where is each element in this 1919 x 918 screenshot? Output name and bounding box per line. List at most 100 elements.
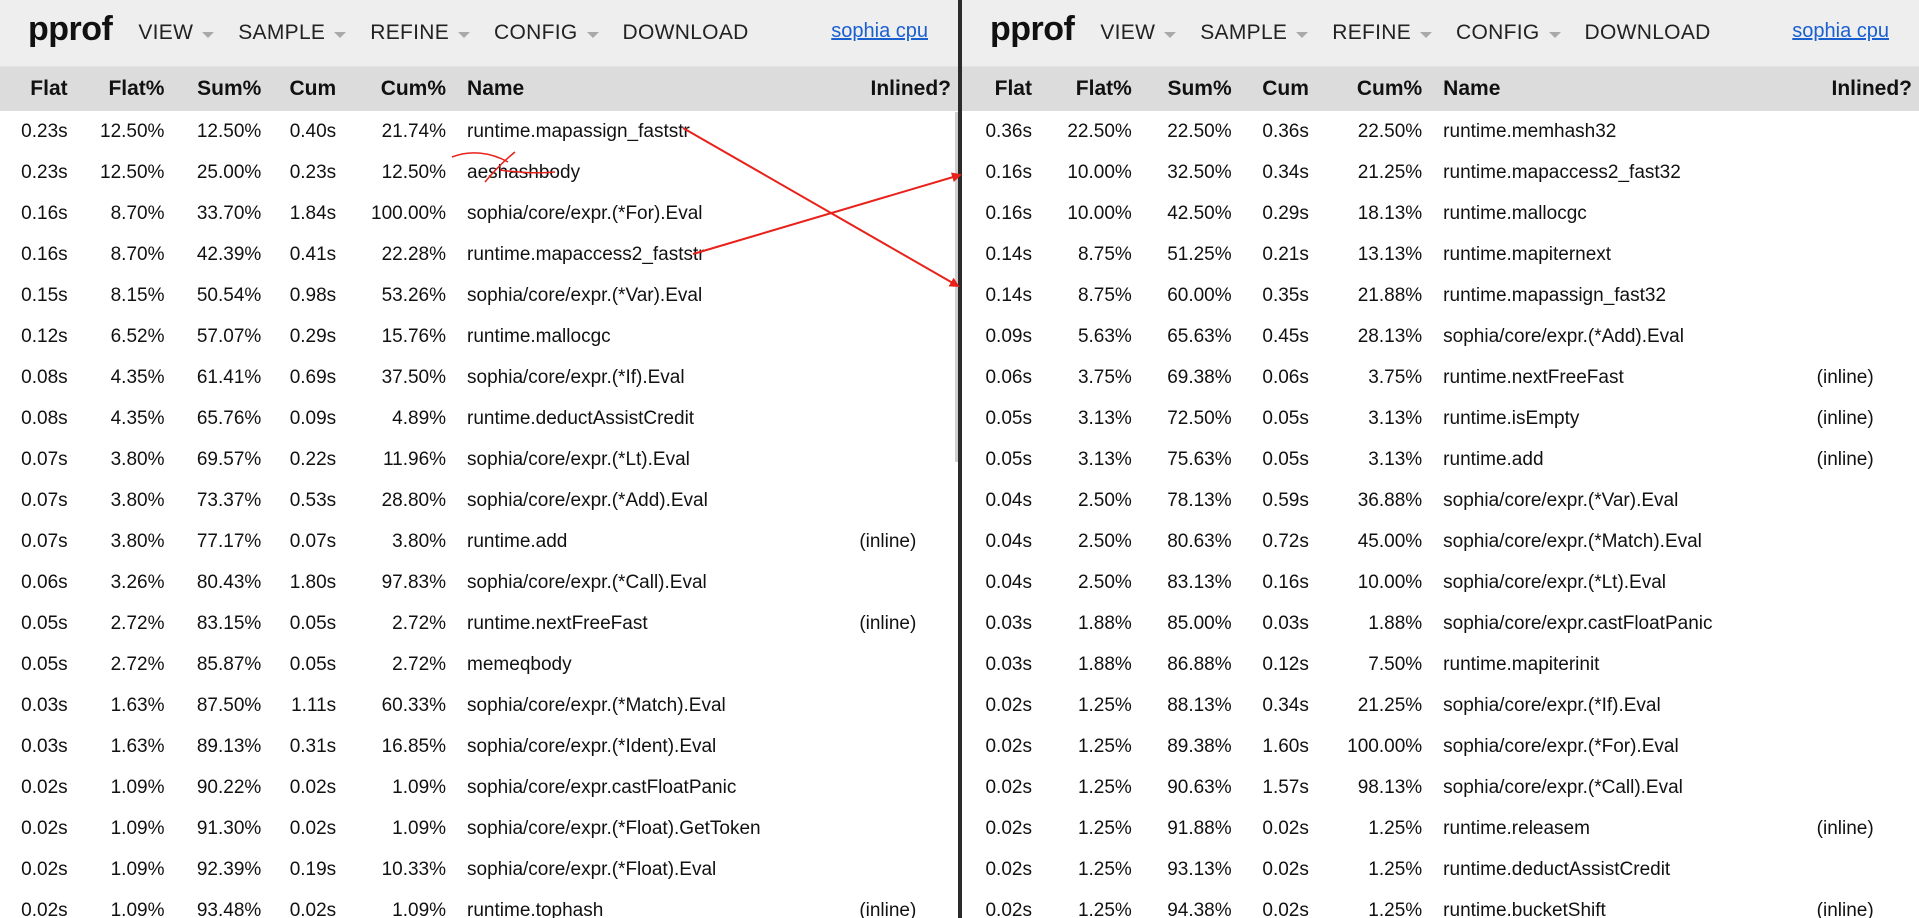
table-row[interactable]: 0.07s 3.80% 77.17% 0.07s 3.80% runtime.add (in… [0,521,958,562]
refine-menu[interactable]: REFINE [1332,21,1433,45]
column-header-flat[interactable]: Flat% [1039,67,1139,111]
cell-flat: 0.02s [985,899,1032,918]
table-row[interactable]: 0.05s 3.13% 75.63% 0.05s 3.13% runtime.add (in… [962,439,1919,480]
sample-menu[interactable]: SAMPLE [1200,21,1309,45]
table-row[interactable]: 0.02s 1.25% 91.88% 0.02s 1.25% runtime.releas… [962,808,1919,849]
column-header-flat[interactable]: Flat% [75,67,172,111]
table-row[interactable]: 0.14s 8.75% 51.25% 0.21s 13.13% runtime.mapit… [962,234,1919,275]
table-row[interactable]: 0.16s 8.70% 33.70% 1.84s 100.00% sophia/core/… [0,193,958,234]
table-row[interactable]: 0.16s 10.00% 32.50% 0.34s 21.25% runtime.mapa… [962,152,1919,193]
cell-inlined [1799,234,1919,275]
download-menu[interactable]: DOWNLOAD [623,21,749,45]
cell-name: runtime.add [1443,448,1544,470]
cell-cum: 0.22s [289,448,337,470]
table-row[interactable]: 0.23s 12.50% 12.50% 0.40s 21.74% runtime.mapa… [0,111,958,152]
cell-cum: 3.13% [1368,448,1423,470]
column-header-cum[interactable]: Cum [1239,67,1316,111]
cell-cum: 0.02s [289,899,337,918]
table-row[interactable]: 0.16s 10.00% 42.50% 0.29s 18.13% runtime.mall… [962,193,1919,234]
cell-inlined [841,644,958,685]
table-row[interactable]: 0.05s 2.72% 83.15% 0.05s 2.72% runtime.nextFr… [0,603,958,644]
table-row[interactable]: 0.02s 1.25% 88.13% 0.34s 21.25% sophia/core/e… [962,685,1919,726]
view-menu[interactable]: VIEW [1100,21,1177,45]
cell-cum: 1.25% [1368,817,1423,839]
cell-flat: 3.80% [110,448,165,470]
cell-flat: 1.09% [110,899,165,918]
column-header-flat[interactable]: Flat [962,67,1039,111]
column-header-cum[interactable]: Cum% [1316,67,1429,111]
cell-inlined [841,439,958,480]
column-header-flat[interactable]: Flat [0,67,75,111]
column-header-name[interactable]: Name [453,67,841,111]
cell-flat: 8.75% [1077,284,1132,306]
cell-flat: 2.72% [110,653,165,675]
table-row[interactable]: 0.06s 3.75% 69.38% 0.06s 3.75% runtime.nextFr… [962,357,1919,398]
table-row[interactable]: 0.08s 4.35% 65.76% 0.09s 4.89% runtime.deduct… [0,398,958,439]
table-row[interactable]: 0.36s 22.50% 22.50% 0.36s 22.50% runtime.memh… [962,111,1919,152]
column-header-inlined[interactable]: Inlined? [1799,67,1919,111]
table-row[interactable]: 0.04s 2.50% 78.13% 0.59s 36.88% sophia/core/e… [962,480,1919,521]
table-row[interactable]: 0.14s 8.75% 60.00% 0.35s 21.88% runtime.mapas… [962,275,1919,316]
table-row[interactable]: 0.16s 8.70% 42.39% 0.41s 22.28% runtime.mapac… [0,234,958,275]
cell-inlined [1799,111,1919,152]
profile-name-link[interactable]: sophia cpu [1792,20,1889,43]
config-menu[interactable]: CONFIG [1456,21,1561,45]
table-row[interactable]: 0.07s 3.80% 73.37% 0.53s 28.80% sophia/core/e… [0,480,958,521]
table-row[interactable]: 0.02s 1.25% 90.63% 1.57s 98.13% sophia/core/e… [962,767,1919,808]
column-header-name[interactable]: Name [1429,67,1799,111]
column-header-sum[interactable]: Sum% [1139,67,1239,111]
cell-name: memeqbody [467,653,572,675]
cell-cum: 10.00% [1357,571,1423,593]
table-row[interactable]: 0.08s 4.35% 61.41% 0.69s 37.50% sophia/core/e… [0,357,958,398]
cell-sum: 22.50% [1167,120,1232,142]
table-row[interactable]: 0.07s 3.80% 69.57% 0.22s 11.96% sophia/core/e… [0,439,958,480]
table-row[interactable]: 0.23s 12.50% 25.00% 0.23s 12.50% aeshashbody [0,152,958,193]
table-row[interactable]: 0.03s 1.88% 86.88% 0.12s 7.50% runtime.mapite… [962,644,1919,685]
table-row[interactable]: 0.12s 6.52% 57.07% 0.29s 15.76% runtime.mallo… [0,316,958,357]
table-row[interactable]: 0.05s 3.13% 72.50% 0.05s 3.13% runtime.isEmpt… [962,398,1919,439]
cell-sum: 42.50% [1167,202,1232,224]
table-row[interactable]: 0.04s 2.50% 80.63% 0.72s 45.00% sophia/core/e… [962,521,1919,562]
table-row[interactable]: 0.03s 1.63% 89.13% 0.31s 16.85% sophia/core/e… [0,726,958,767]
table-row[interactable]: 0.02s 1.25% 89.38% 1.60s 100.00% sophia/core/… [962,726,1919,767]
refine-menu[interactable]: REFINE [370,21,471,45]
cell-name: sophia/core/expr.(*Var).Eval [467,284,703,306]
cell-cum: 0.34s [1262,694,1309,716]
column-header-sum[interactable]: Sum% [171,67,268,111]
column-header-cum[interactable]: Cum [268,67,343,111]
table-row[interactable]: 0.03s 1.63% 87.50% 1.11s 60.33% sophia/core/e… [0,685,958,726]
cell-sum: 12.50% [196,120,262,142]
table-row[interactable]: 0.05s 2.72% 85.87% 0.05s 2.72% memeqbody [0,644,958,685]
table-row[interactable]: 0.06s 3.26% 80.43% 1.80s 97.83% sophia/core/e… [0,562,958,603]
view-menu[interactable]: VIEW [138,21,215,45]
cell-cum: 0.53s [289,489,337,511]
cell-sum: 61.41% [196,366,262,388]
table-row[interactable]: 0.09s 5.63% 65.63% 0.45s 28.13% sophia/core/e… [962,316,1919,357]
config-menu[interactable]: CONFIG [494,21,599,45]
cell-flat: 0.16s [985,202,1032,224]
cell-flat: 1.25% [1077,858,1132,880]
table-row[interactable]: 0.02s 1.09% 92.39% 0.19s 10.33% sophia/core/e… [0,849,958,890]
cell-inlined [1799,521,1919,562]
cell-cum: 0.23s [289,161,337,183]
cell-sum: 69.38% [1167,366,1232,388]
cell-cum: 1.09% [392,817,447,839]
table-row[interactable]: 0.15s 8.15% 50.54% 0.98s 53.26% sophia/core/e… [0,275,958,316]
table-row[interactable]: 0.02s 1.09% 90.22% 0.02s 1.09% sophia/core/ex… [0,767,958,808]
cell-name: sophia/core/expr.castFloatPanic [1443,612,1713,634]
table-row[interactable]: 0.04s 2.50% 83.13% 0.16s 10.00% sophia/core/e… [962,562,1919,603]
profile-name-link[interactable]: sophia cpu [831,20,928,43]
download-menu[interactable]: DOWNLOAD [1585,21,1711,45]
sample-menu[interactable]: SAMPLE [238,21,347,45]
cell-flat: 4.35% [110,407,165,429]
table-row[interactable]: 0.02s 1.09% 91.30% 0.02s 1.09% sophia/core/ex… [0,808,958,849]
cell-cum: 0.19s [289,858,337,880]
column-header-inlined[interactable]: Inlined? [841,67,958,111]
cell-inlined [1799,562,1919,603]
cell-flat: 0.04s [985,489,1032,511]
table-row[interactable]: 0.02s 1.09% 93.48% 0.02s 1.09% runtime.tophas… [0,890,958,918]
table-row[interactable]: 0.02s 1.25% 94.38% 0.02s 1.25% runtime.bucket… [962,890,1919,918]
table-row[interactable]: 0.03s 1.88% 85.00% 0.03s 1.88% sophia/core/ex… [962,603,1919,644]
column-header-cum[interactable]: Cum% [343,67,453,111]
table-row[interactable]: 0.02s 1.25% 93.13% 0.02s 1.25% runtime.deduct… [962,849,1919,890]
